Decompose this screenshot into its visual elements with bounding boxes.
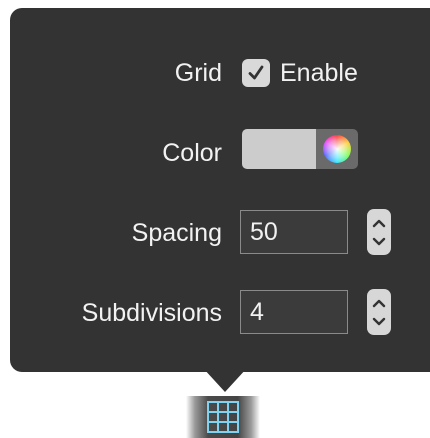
spacing-stepper-up[interactable]: [367, 215, 391, 231]
chevron-up-icon: [372, 299, 386, 307]
enable-grid-checkbox[interactable]: [242, 59, 270, 87]
subdivisions-input[interactable]: [240, 290, 348, 334]
color-picker-button[interactable]: [316, 129, 358, 169]
chevron-up-icon: [372, 219, 386, 227]
chevron-down-icon: [372, 317, 386, 325]
popover-arrow: [203, 368, 247, 392]
subdivisions-label: Subdivisions: [81, 299, 222, 327]
spacing-input[interactable]: [240, 210, 348, 254]
chevron-down-icon: [372, 237, 386, 245]
grid-color-well[interactable]: [242, 129, 358, 169]
checkmark-icon: [248, 65, 264, 80]
subdivisions-stepper[interactable]: [367, 289, 391, 335]
stage: Grid Enable Color Spacing Subdivisions: [0, 0, 430, 438]
grid-toolbar-button[interactable]: [186, 396, 260, 438]
spacing-stepper-down[interactable]: [367, 233, 391, 249]
grid-icon: [207, 401, 239, 433]
subdivisions-stepper-up[interactable]: [367, 295, 391, 311]
grid-label: Grid: [174, 59, 222, 87]
subdivisions-stepper-down[interactable]: [367, 313, 391, 329]
color-swatch[interactable]: [242, 129, 316, 169]
enable-label[interactable]: Enable: [280, 58, 358, 88]
spacing-stepper[interactable]: [367, 209, 391, 255]
color-label: Color: [162, 139, 222, 167]
color-wheel-icon: [323, 135, 351, 163]
spacing-label: Spacing: [131, 219, 222, 247]
